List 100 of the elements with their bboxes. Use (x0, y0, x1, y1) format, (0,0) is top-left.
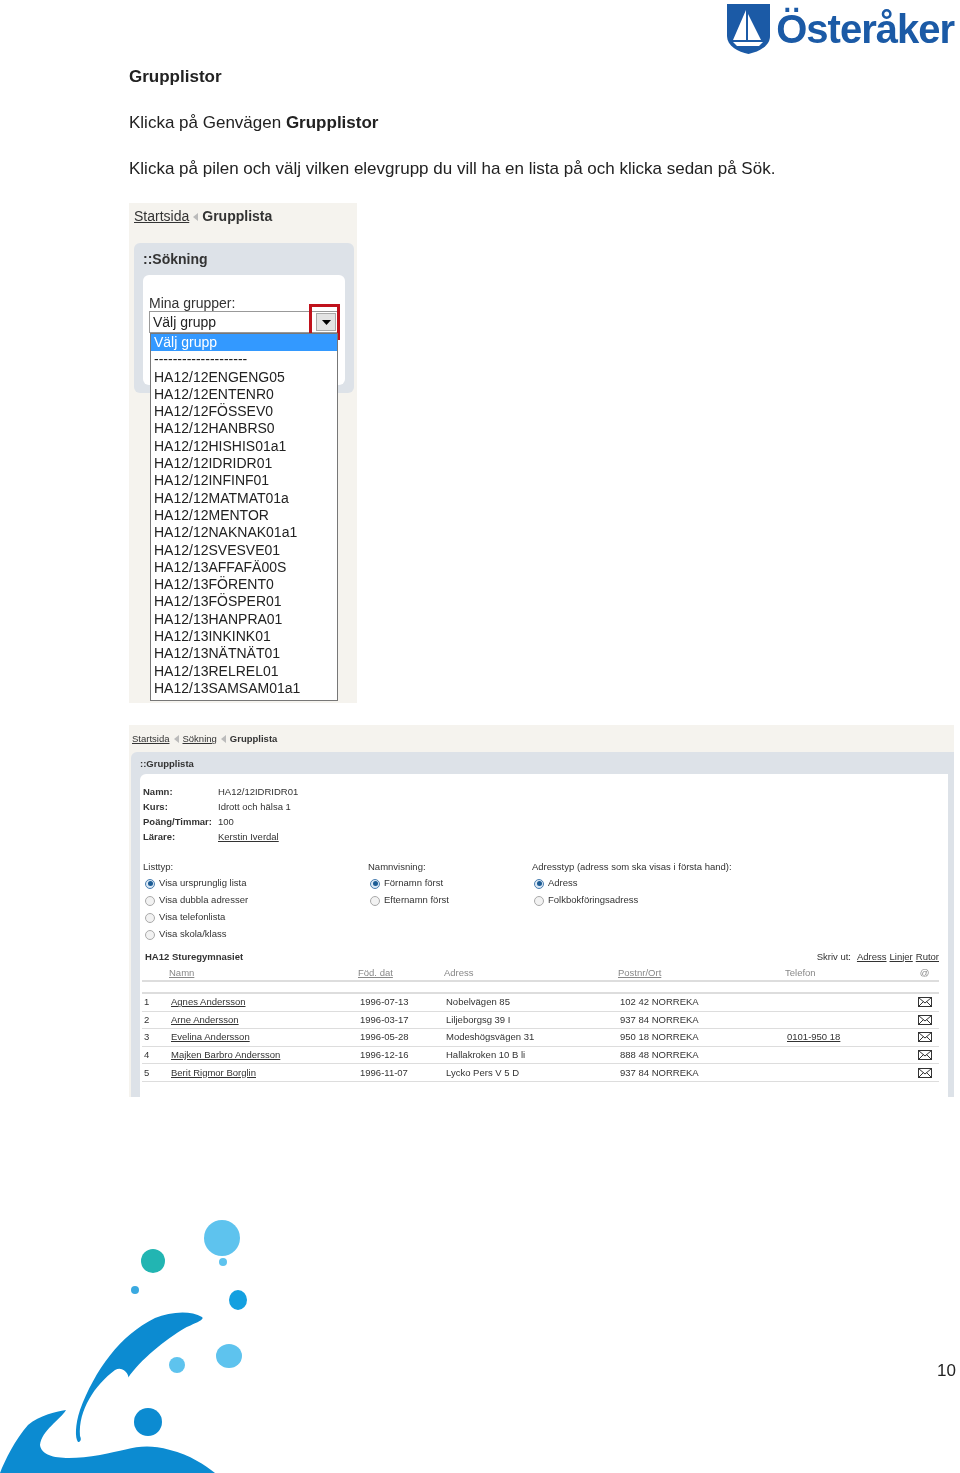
radio-label[interactable]: Folkbokföringsadress (548, 893, 639, 908)
radio-label[interactable]: Förnamn först (384, 876, 444, 891)
dropdown-option[interactable]: HA12/12HISHIS01a1 (151, 437, 337, 456)
radio-label[interactable]: Adress (548, 876, 578, 891)
column-header-link[interactable]: Föd. dat (358, 967, 393, 979)
radio-button[interactable] (534, 895, 544, 906)
student-name-link[interactable]: Majken Barbro Andersson (171, 1048, 281, 1060)
table-cell: 1996-11-07 (360, 1066, 408, 1078)
dropdown-option[interactable]: HA12/13INKINK01 (151, 628, 337, 646)
dropdown-option[interactable]: -------------------- (151, 351, 337, 369)
table-cell: Modeshögsvägen 31 (446, 1031, 535, 1043)
radio-group-label: Namnvisning: (368, 860, 427, 872)
envelope-icon[interactable] (917, 1067, 932, 1078)
dropdown-option[interactable]: HA12/13RELREL01 (151, 662, 337, 680)
dropdown-option[interactable]: HA12/13FÖRENT0 (151, 576, 337, 594)
radio-label[interactable]: Efternamn först (384, 893, 449, 908)
student-name-link[interactable]: Berit Rigmor Borglin (171, 1066, 256, 1078)
breadcrumb-arrow-icon (193, 212, 199, 221)
dropdown-option[interactable]: HA12/13HANPRA01 (151, 610, 337, 629)
dropdown-option[interactable]: HA12/12INFINF01 (151, 472, 337, 490)
radio-button[interactable] (370, 895, 380, 906)
dropdown-option[interactable]: HA12/13SAMSAM01a1 (151, 679, 337, 698)
table-cell: 2 (144, 1013, 150, 1025)
radio-group-label: Adresstyp (adress som ska visas i första hand): (532, 860, 733, 872)
radio-button[interactable] (145, 878, 155, 889)
student-name-link[interactable]: Agnes Andersson (171, 996, 246, 1008)
radio-button[interactable] (370, 878, 380, 889)
table-cell: 102 42 NORREKA (620, 996, 699, 1008)
table-title: HA12 Sturegymnasiet (145, 949, 244, 964)
dropdown-option[interactable]: HA12/12FÖSSEV0 (151, 403, 337, 421)
student-name-link[interactable]: Arne Andersson (171, 1013, 239, 1025)
envelope-icon[interactable] (917, 1014, 932, 1025)
table-cell: 950 18 NORREKA (620, 1031, 699, 1043)
dropdown-option[interactable]: HA12/13FÖSPER01 (151, 593, 337, 611)
radio-button[interactable] (145, 912, 155, 923)
dropdown-option[interactable]: HA12/12MATMAT01a (151, 489, 337, 507)
info-label: Kurs: (143, 799, 169, 814)
table-cell: 5 (144, 1066, 150, 1078)
table-cell: 888 48 NORREKA (620, 1048, 699, 1060)
panel-title: ::Grupplista (140, 757, 195, 771)
column-header-link[interactable]: Namn (169, 967, 195, 979)
envelope-icon[interactable] (917, 1050, 932, 1061)
table-cell: 4 (144, 1048, 150, 1060)
table-cell: 1996-07-13 (360, 996, 409, 1008)
phone-link[interactable]: 0101-950 18 (787, 1031, 841, 1043)
column-header: Telefon (785, 967, 816, 979)
table-cell: 1996-12-16 (360, 1048, 409, 1060)
caret-icon (321, 319, 331, 325)
envelope-icon[interactable] (917, 997, 932, 1008)
info-value: 100 (218, 814, 234, 829)
table-cell: 3 (144, 1031, 150, 1043)
field-label: Mina grupper: (149, 295, 237, 311)
dropdown-option[interactable]: HA12/12ENTENR0 (151, 385, 337, 404)
table-cell: 937 84 NORREKA (620, 1013, 699, 1025)
info-value: Idrott och hälsa 1 (218, 799, 291, 814)
dropdown-button[interactable] (316, 313, 336, 331)
envelope-icon[interactable] (917, 1032, 932, 1043)
table-cell: Lycko Pers V 5 D (446, 1066, 520, 1078)
print-link[interactable]: Adress (856, 949, 887, 964)
breadcrumb-link[interactable]: Startsida (132, 732, 170, 747)
print-link[interactable]: Linjer (889, 949, 913, 964)
dropdown-option[interactable]: HA12/12SVESVE01 (151, 541, 337, 559)
dropdown-option[interactable]: HA12/12NAKNAK01a1 (151, 524, 337, 542)
radio-label[interactable]: Visa skola/klass (159, 927, 227, 942)
radio-label[interactable]: Visa dubbla adresser (159, 893, 249, 908)
breadcrumb-link[interactable]: Startsida (134, 206, 190, 227)
print-link[interactable]: Rutor (915, 949, 939, 964)
dropdown-option[interactable]: HA12/13NÄTNÄT01 (151, 645, 337, 663)
breadcrumb-link[interactable]: Sökning (182, 732, 217, 747)
column-header: Adress (444, 967, 474, 979)
info-label: Lärare: (143, 829, 177, 844)
table-cell: Hallakroken 10 B li (446, 1048, 526, 1060)
dropdown-option[interactable]: HA12/12ENGENG05 (151, 368, 337, 386)
paragraph: Klicka på Genvägen Grupplistor (129, 113, 380, 133)
radio-button[interactable] (534, 878, 544, 889)
dropdown-option[interactable]: HA12/13AFFAFÄ00S (151, 558, 337, 577)
radio-button[interactable] (145, 929, 155, 940)
page-number: 10 (937, 1359, 956, 1382)
info-label: Poäng/Timmar: (143, 814, 213, 829)
panel-title: ::Sökning (143, 250, 209, 269)
table-cell: 1996-03-17 (360, 1013, 409, 1025)
dropdown-option[interactable]: HA12/12IDRIDR01 (151, 455, 337, 473)
table-cell: 1996-05-28 (360, 1031, 409, 1043)
table-cell: 1 (144, 996, 150, 1008)
radio-label[interactable]: Visa ursprunglig lista (159, 876, 247, 891)
dropdown-option[interactable]: HA12/12HANBRS0 (151, 420, 337, 438)
table-cell: Liljeborgsg 39 I (446, 1013, 511, 1025)
column-header-link[interactable]: Postnr/Ort (618, 967, 662, 979)
dropdown-option[interactable]: HA12/12MENTOR (151, 506, 337, 525)
shield-sailboat-icon (727, 3, 771, 54)
student-name-link[interactable]: Evelina Andersson (171, 1031, 250, 1043)
breadcrumb-current: Grupplista (229, 732, 278, 746)
group-select[interactable]: Välj grupp (149, 311, 338, 333)
teacher-link[interactable]: Kerstin Iverdal (218, 829, 279, 845)
info-value: HA12/12IDRIDR01 (218, 784, 299, 799)
table-cell: 937 84 NORREKA (620, 1066, 699, 1078)
radio-label[interactable]: Visa telefonlista (159, 910, 226, 925)
table-cell: Nobelvägen 85 (446, 996, 510, 1008)
radio-button[interactable] (145, 895, 155, 906)
column-header: @ (919, 967, 930, 979)
